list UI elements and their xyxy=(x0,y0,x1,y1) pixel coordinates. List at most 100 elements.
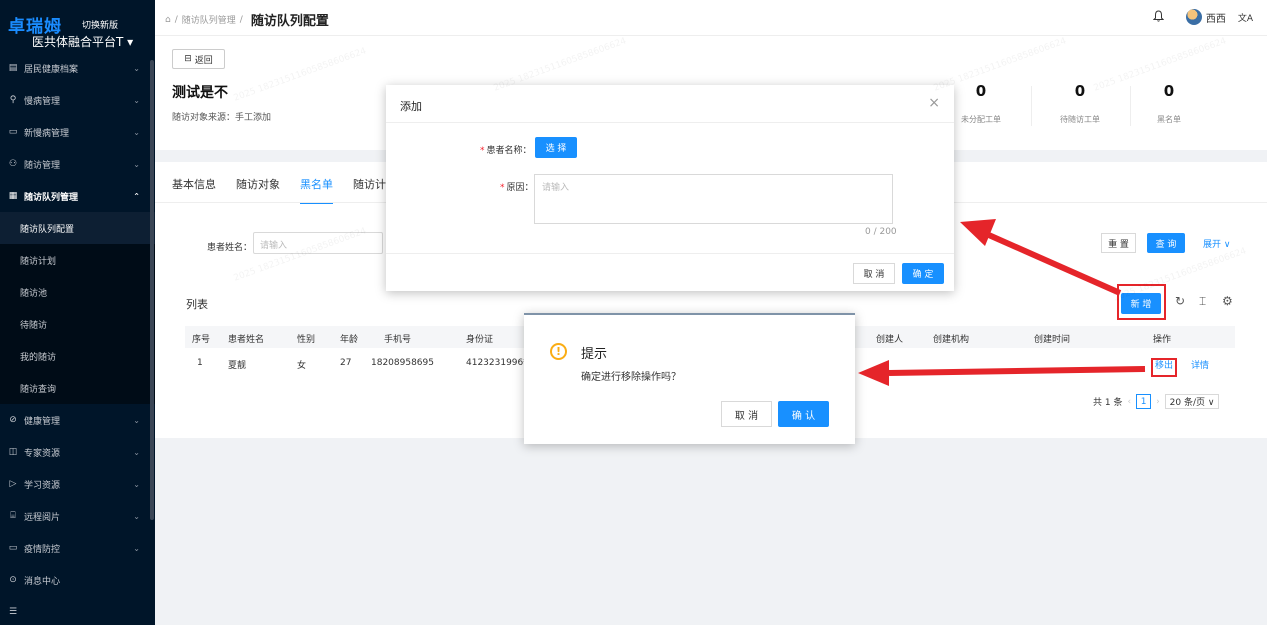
column-header: 操作 xyxy=(1153,335,1172,345)
tab-basic-info[interactable]: 基本信息 xyxy=(172,176,216,204)
required-mark: * xyxy=(500,183,505,193)
page-title: 随访队列配置 xyxy=(250,14,329,29)
switch-version-link[interactable]: 切换新版 xyxy=(82,18,118,31)
chevron-down-icon: ⌄ xyxy=(133,415,140,425)
column-header: 序号 xyxy=(192,335,211,345)
total-count: 共 1 条 xyxy=(1093,398,1123,408)
sidebar-item-epidemic[interactable]: ▭ 疫情防控 ⌄ xyxy=(0,532,155,564)
char-counter: 0 / 200 xyxy=(865,227,897,237)
sidebar-item-messages[interactable]: ⊙ 消息中心 xyxy=(0,564,155,596)
highlight-box xyxy=(1151,358,1177,377)
ok-button[interactable]: 确 定 xyxy=(902,263,944,284)
modal-header: 添加 × xyxy=(386,85,954,123)
sidebar-item-experts[interactable]: ◫ 专家资源 ⌄ xyxy=(0,436,155,468)
tab-followup-objects[interactable]: 随访对象 xyxy=(236,176,280,204)
column-height-icon[interactable]: ⌶ xyxy=(1199,294,1206,309)
chevron-down-icon: ⌄ xyxy=(133,479,140,489)
sidebar-item-chronic[interactable]: ⚲ 慢病管理 ⌄ xyxy=(0,84,155,116)
stat-label: 未分配工单 xyxy=(961,115,1001,124)
cell-phone: 18208958695 xyxy=(371,358,434,368)
sidebar-item-followup-queue[interactable]: ▦ 随访队列管理 ⌃ xyxy=(0,180,155,212)
sidebar-item-label: 远程阅片 xyxy=(24,512,61,523)
language-icon[interactable]: 文A xyxy=(1238,11,1253,24)
modal-title: 添加 xyxy=(400,100,422,113)
sidebar-item-health-records[interactable]: ▤ 居民健康档案 ⌄ xyxy=(0,52,155,84)
column-header[interactable]: 身份证 xyxy=(466,332,493,345)
list-title: 列表 xyxy=(186,298,208,311)
chevron-down-icon: ⌄ xyxy=(133,95,140,105)
cancel-button[interactable]: 取 消 xyxy=(853,263,895,284)
people-icon: ⚇ xyxy=(8,159,18,169)
stat-label: 黑名单 xyxy=(1157,115,1181,124)
sidebar-item-learning[interactable]: ▷ 学习资源 ⌄ xyxy=(0,468,155,500)
avatar[interactable] xyxy=(1185,9,1202,25)
refresh-icon[interactable]: ↻ xyxy=(1175,294,1185,308)
platform-selector[interactable]: 医共体融合平台T ▾ xyxy=(32,33,133,50)
query-button[interactable]: 查 询 xyxy=(1147,233,1185,253)
reset-button[interactable]: 重 置 xyxy=(1101,233,1136,253)
confirm-dialog: ! 提示 确定进行移除操作吗？ 取 消 确 认 xyxy=(524,313,855,444)
reason-textarea[interactable]: 请输入 xyxy=(534,174,893,224)
column-header[interactable]: 创建人 xyxy=(876,332,903,345)
sidebar-item-label: 消息中心 xyxy=(24,576,61,587)
column-header[interactable]: 创建机构 xyxy=(933,332,969,345)
stat-unassigned: 0 未分配工单 xyxy=(946,82,1016,125)
sidebar-item-query[interactable]: 随访查询 xyxy=(0,372,155,404)
page-number[interactable]: 1 xyxy=(1136,394,1152,409)
breadcrumb-separator: / xyxy=(174,14,178,25)
submenu: 随访队列配置 随访计划 随访池 待随访 我的随访 随访查询 xyxy=(0,212,155,404)
column-header[interactable]: 患者姓名 xyxy=(228,332,264,345)
sidebar-item-my-followup[interactable]: 我的随访 xyxy=(0,340,155,372)
label-text: 原因： xyxy=(506,183,534,193)
home-icon[interactable]: ⌂ xyxy=(165,15,171,25)
cell-age: 27 xyxy=(340,358,352,368)
breadcrumb-separator: / xyxy=(239,14,243,25)
sidebar-item-followup[interactable]: ⚇ 随访管理 ⌄ xyxy=(0,148,155,180)
back-button[interactable]: ⊟ 返回 xyxy=(172,49,225,69)
column-header[interactable]: 手机号 xyxy=(384,332,411,345)
breadcrumb-item[interactable]: 随访队列管理 xyxy=(182,13,236,26)
sidebar-item-pending[interactable]: 待随访 xyxy=(0,308,155,340)
sidebar-item-remote-reading[interactable]: ⌸ 远程阅片 ⌄ xyxy=(0,500,155,532)
tab-blacklist[interactable]: 黑名单 xyxy=(300,176,333,204)
chevron-down-icon: ⌄ xyxy=(133,63,140,73)
sidebar-item-queue-config[interactable]: 随访队列配置 xyxy=(0,212,155,244)
column-header[interactable]: 性别 xyxy=(297,332,315,345)
add-modal: 添加 × * 患者名称： 选 择 * 原因： 请输入 0 / 200 取 消 确 定 xyxy=(386,85,954,291)
sidebar-item-label: 随访管理 xyxy=(24,160,61,171)
cell-idcard: 4123231996** xyxy=(466,358,533,368)
back-icon: ⊟ xyxy=(184,54,192,64)
next-page-icon[interactable]: › xyxy=(1156,397,1160,407)
modal-footer-divider xyxy=(386,253,954,254)
sidebar-scrollbar[interactable] xyxy=(150,60,154,520)
queue-source: 随访对象来源：手工添加 xyxy=(172,113,272,123)
settings-icon[interactable]: ⚙ xyxy=(1222,294,1233,308)
bell-icon[interactable] xyxy=(1152,9,1165,25)
select-patient-button[interactable]: 选 择 xyxy=(535,137,577,158)
detail-link[interactable]: 详情 xyxy=(1191,358,1209,371)
stat-blacklist: 0 黑名单 xyxy=(1134,82,1204,125)
tab-bar: 基本信息 随访对象 黑名单 随访计划 xyxy=(172,176,417,204)
patient-name-label: 患者姓名： xyxy=(207,243,253,253)
sidebar-item-pool[interactable]: 随访池 xyxy=(0,276,155,308)
queue-name: 测试是不 xyxy=(172,85,228,101)
collapse-menu-button[interactable]: ☰ xyxy=(0,596,155,625)
book-icon: ◫ xyxy=(8,447,18,457)
user-name[interactable]: 西西 xyxy=(1206,10,1226,25)
expand-toggle[interactable]: 展开 ∨ xyxy=(1203,237,1230,250)
sidebar-item-label: 随访队列管理 xyxy=(24,192,79,203)
confirm-cancel-button[interactable]: 取 消 xyxy=(721,401,772,427)
confirm-ok-button[interactable]: 确 认 xyxy=(778,401,829,427)
column-header[interactable]: 年龄 xyxy=(340,332,358,345)
page-size-select[interactable]: 20 条/页 ∨ xyxy=(1164,394,1220,409)
sidebar-item-health-mgmt[interactable]: ⊘ 健康管理 ⌄ xyxy=(0,404,155,436)
sidebar-item-plan[interactable]: 随访计划 xyxy=(0,244,155,276)
shield-icon: ⊘ xyxy=(9,415,17,425)
sidebar-item-new-chronic[interactable]: ▭ 新慢病管理 ⌄ xyxy=(0,116,155,148)
close-icon[interactable]: × xyxy=(928,95,940,111)
prev-page-icon[interactable]: ‹ xyxy=(1127,397,1131,407)
sidebar-item-label: 居民健康档案 xyxy=(24,64,79,75)
stat-label: 待随访工单 xyxy=(1060,115,1100,124)
sidebar: 卓瑞姆 切换新版 医共体融合平台T ▾ ▤ 居民健康档案 ⌄ ⚲ 慢病管理 ⌄ … xyxy=(0,0,155,625)
column-header[interactable]: 创建时间 xyxy=(1034,332,1070,345)
